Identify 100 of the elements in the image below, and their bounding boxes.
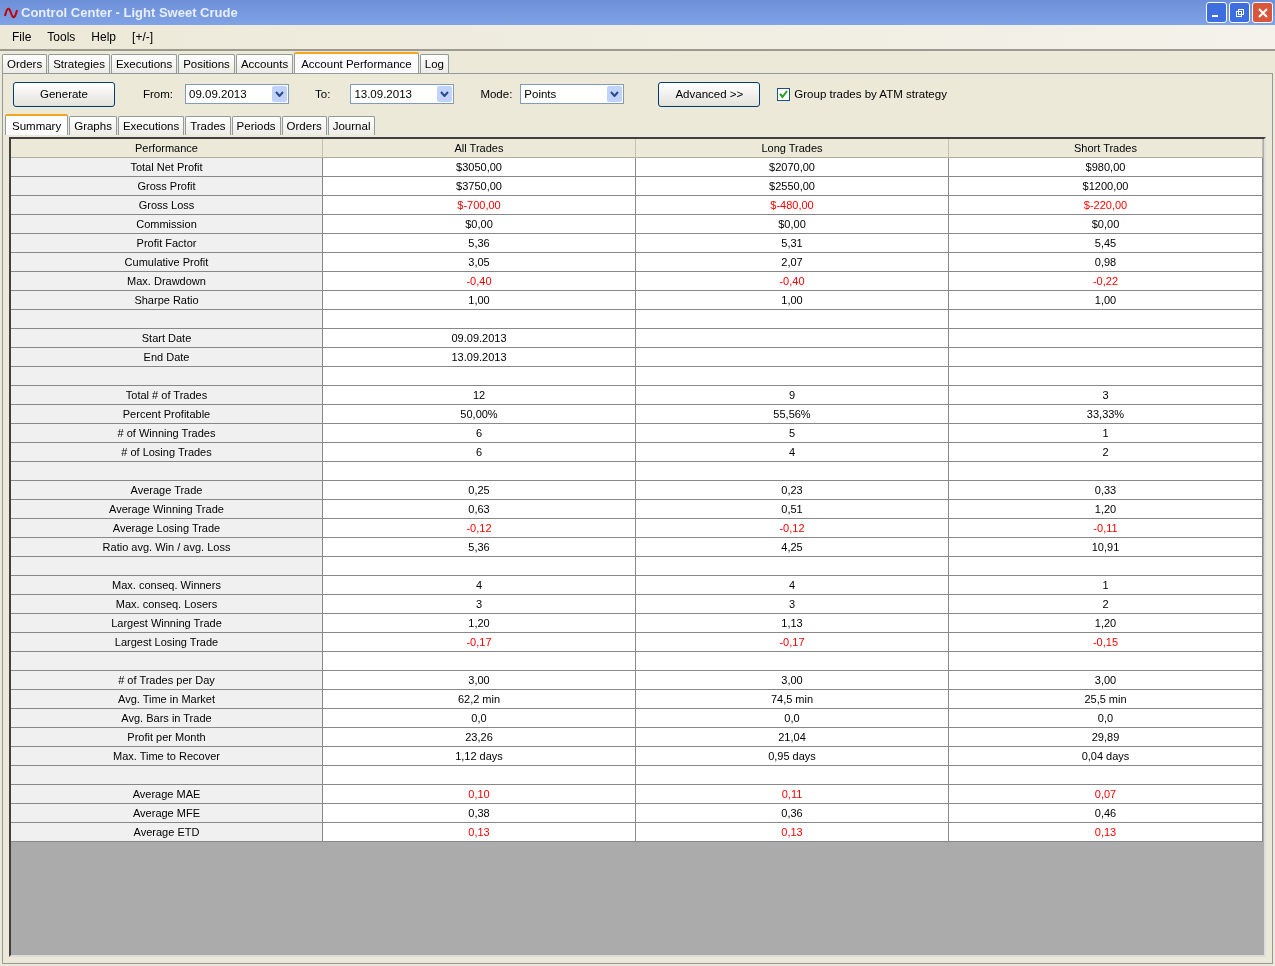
close-button[interactable] (1252, 2, 1273, 23)
tab[interactable]: Executions (110, 54, 178, 73)
row-label: Total Net Profit (11, 158, 323, 177)
table-cell: -0,12 (323, 519, 636, 538)
minimize-icon (1212, 15, 1218, 17)
row-label: Average ETD (11, 823, 323, 842)
menu-item[interactable]: Tools (39, 30, 84, 44)
table-cell: $3050,00 (323, 158, 636, 177)
table-cell: -0,22 (949, 272, 1263, 291)
table-cell: $2070,00 (636, 158, 949, 177)
table-cell: 0,36 (636, 804, 949, 823)
to-date-dropdown[interactable]: 13.09.2013 (350, 84, 455, 104)
table-cell: 0,04 days (949, 747, 1263, 766)
table-cell: -0,40 (636, 272, 949, 291)
chevron-down-icon (610, 91, 620, 97)
row-label: Max. Drawdown (11, 272, 323, 291)
tab[interactable]: Orders (281, 116, 327, 135)
table-cell: 0,07 (949, 785, 1263, 804)
close-icon (1257, 7, 1268, 18)
tab[interactable]: Log (419, 54, 449, 73)
table-cell: 5,36 (323, 538, 636, 557)
column-header[interactable]: Performance (11, 139, 323, 158)
from-date-dropdown[interactable]: 09.09.2013 (185, 84, 290, 104)
table-cell: 0,95 days (636, 747, 949, 766)
row-label: Profit per Month (11, 728, 323, 747)
table-cell: $0,00 (636, 215, 949, 234)
tab[interactable]: Trades (185, 116, 231, 135)
table-cell: 0,23 (636, 481, 949, 500)
table-cell: 09.09.2013 (323, 329, 636, 348)
table-cell: $1200,00 (949, 177, 1263, 196)
table-cell: 1 (949, 576, 1263, 595)
mode-dropdown[interactable]: Points (520, 84, 625, 104)
chevron-down-icon (275, 91, 285, 97)
table-cell: $0,00 (323, 215, 636, 234)
table-cell: 5,36 (323, 234, 636, 253)
tab[interactable]: Journal (327, 116, 376, 135)
row-label: # of Trades per Day (11, 671, 323, 690)
table-cell: 1,20 (323, 614, 636, 633)
row-label: Total # of Trades (11, 386, 323, 405)
table-cell: 4 (323, 576, 636, 595)
table-cell: 3,00 (636, 671, 949, 690)
table-cell: 62,2 min (323, 690, 636, 709)
table-cell: 0,51 (636, 500, 949, 519)
row-label: # of Losing Trades (11, 443, 323, 462)
column-header[interactable]: All Trades (323, 139, 636, 158)
table-cell: 3 (949, 386, 1263, 405)
table-cell: 9 (636, 386, 949, 405)
menu-item[interactable]: [+/-] (124, 30, 162, 44)
table-cell: -0,11 (949, 519, 1263, 538)
column-header[interactable]: Long Trades (636, 139, 949, 158)
table-cell: -0,17 (636, 633, 949, 652)
table-cell: $0,00 (949, 215, 1263, 234)
table-cell: $-700,00 (323, 196, 636, 215)
column-header[interactable]: Short Trades (949, 139, 1263, 158)
table-cell: 33,33% (949, 405, 1263, 424)
tab[interactable]: Account Performance (294, 52, 419, 73)
row-label: Gross Loss (11, 196, 323, 215)
table-cell: 21,04 (636, 728, 949, 747)
table-cell: $-480,00 (636, 196, 949, 215)
table-cell: 6 (323, 424, 636, 443)
row-label: Ratio avg. Win / avg. Loss (11, 538, 323, 557)
menu-item[interactable]: File (4, 30, 40, 44)
table-cell: -0,12 (636, 519, 949, 538)
generate-button[interactable]: Generate (13, 81, 115, 107)
table-cell: 55,56% (636, 405, 949, 424)
wave-logo-icon (4, 6, 18, 19)
tab[interactable]: Positions (178, 54, 235, 73)
table-cell: 0,63 (323, 500, 636, 519)
row-label: Avg. Time in Market (11, 690, 323, 709)
table-cell: 0,10 (323, 785, 636, 804)
tab[interactable]: Orders (2, 54, 48, 73)
window-title: Control Center - Light Sweet Crude (21, 5, 239, 20)
row-label: Percent Profitable (11, 405, 323, 424)
checkbox-label: Group trades by ATM strategy (794, 88, 947, 100)
table-cell: 1,00 (323, 291, 636, 310)
table-cell: 29,89 (949, 728, 1263, 747)
restore-button[interactable] (1229, 2, 1250, 23)
tab[interactable]: Strategies (48, 54, 110, 73)
minimize-button[interactable] (1206, 2, 1227, 23)
table-cell: 1,20 (949, 614, 1263, 633)
row-label: Cumulative Profit (11, 253, 323, 272)
row-label: Profit Factor (11, 234, 323, 253)
tab[interactable]: Summary (5, 114, 69, 135)
row-label: Largest Winning Trade (11, 614, 323, 633)
row-label: Commission (11, 215, 323, 234)
row-label: Largest Losing Trade (11, 633, 323, 652)
advanced-button[interactable]: Advanced >> (658, 81, 761, 107)
table-cell: $3750,00 (323, 177, 636, 196)
table-cell: -0,17 (323, 633, 636, 652)
tab[interactable]: Periods (231, 116, 281, 135)
tab[interactable]: Accounts (235, 54, 294, 73)
table-cell: 0,13 (949, 823, 1263, 842)
tab[interactable]: Graphs (69, 116, 117, 135)
table-cell: 0,0 (949, 709, 1263, 728)
table-cell: 3 (636, 595, 949, 614)
table-cell: $-220,00 (949, 196, 1263, 215)
checkbox[interactable] (777, 87, 791, 101)
menu-item[interactable]: Help (83, 30, 125, 44)
table-cell: 1,00 (949, 291, 1263, 310)
tab[interactable]: Executions (117, 116, 185, 135)
